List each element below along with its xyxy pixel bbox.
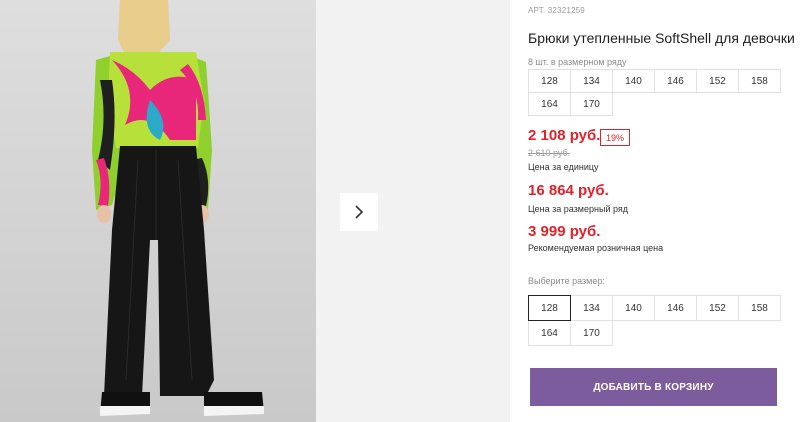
set-price: 16 864 руб.	[528, 182, 609, 199]
size-row-cell: 134	[570, 69, 613, 93]
size-option-152[interactable]: 152	[696, 295, 739, 321]
size-row-cell: 146	[654, 69, 697, 93]
product-gallery	[0, 0, 510, 422]
size-row-cell: 164	[528, 92, 571, 116]
product-sku: АРТ. 32321259	[528, 6, 585, 15]
product-photo-illustration	[0, 0, 316, 422]
size-option-164[interactable]: 164	[528, 320, 571, 346]
product-title: Брюки утепленные SoftShell для девочки	[528, 30, 795, 46]
size-row-note: 8 шт. в размерном ряду	[528, 57, 627, 67]
size-row-cell: 152	[696, 69, 739, 93]
size-row-grid: 128 134 140 146 152 158 164 170	[528, 69, 781, 116]
unit-price: 2 108 руб.	[528, 127, 601, 144]
size-row-cell: 158	[738, 69, 781, 93]
size-row-cell: 128	[528, 69, 571, 93]
gallery-next-button[interactable]	[340, 193, 378, 231]
choose-size-label: Выберите размер:	[528, 276, 605, 286]
size-option-170[interactable]: 170	[570, 320, 613, 346]
size-selector: 128 134 140 146 152 158 164 170	[528, 295, 781, 346]
add-to-cart-button[interactable]: ДОБАВИТЬ В КОРЗИНУ	[530, 368, 777, 406]
discount-badge: 19%	[600, 129, 631, 146]
size-row-cell: 170	[570, 92, 613, 116]
size-option-134[interactable]: 134	[570, 295, 613, 321]
rrp-price-label: Рекомендуемая розничная цена	[528, 243, 664, 253]
unit-price-label: Цена за единицу	[528, 162, 599, 172]
rrp-price: 3 999 руб.	[528, 223, 601, 240]
chevron-right-icon	[353, 204, 365, 220]
set-price-label: Цена за размерный ряд	[528, 204, 629, 214]
size-option-140[interactable]: 140	[612, 295, 655, 321]
product-info-panel: АРТ. 32321259 Брюки утепленные SoftShell…	[528, 0, 800, 422]
product-photo	[0, 0, 316, 422]
size-row-cell: 140	[612, 69, 655, 93]
old-price: 2 610 руб.	[528, 148, 571, 158]
size-option-128[interactable]: 128	[528, 295, 571, 321]
size-option-146[interactable]: 146	[654, 295, 697, 321]
size-option-158[interactable]: 158	[738, 295, 781, 321]
